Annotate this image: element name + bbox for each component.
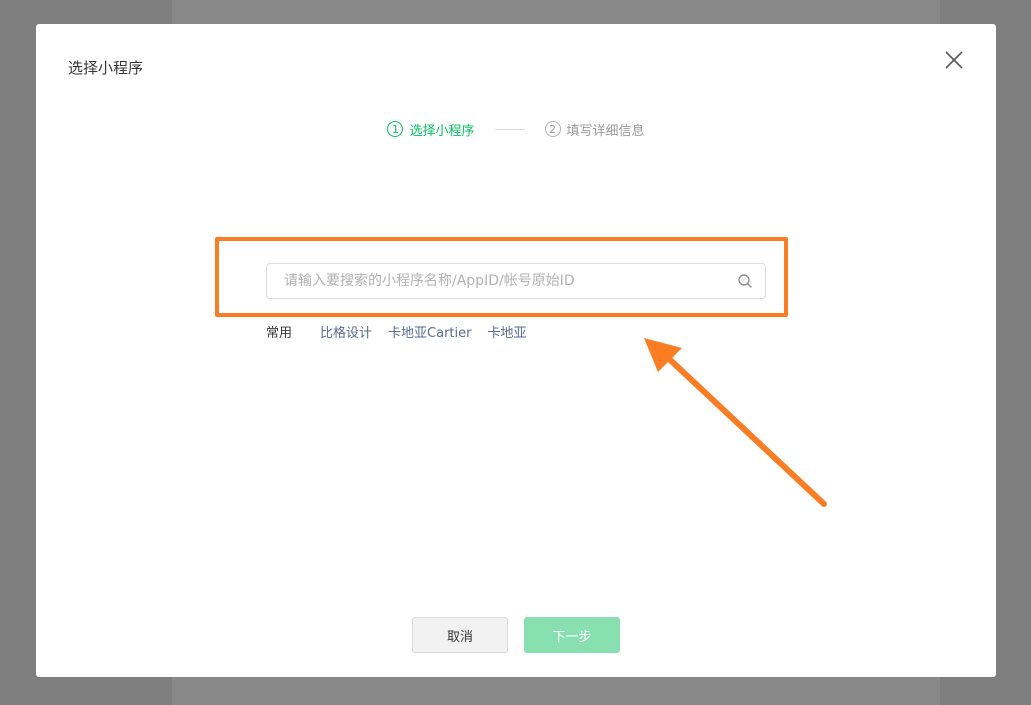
close-icon bbox=[945, 51, 963, 69]
search-icon[interactable] bbox=[737, 273, 753, 289]
arrow-icon bbox=[644, 338, 827, 507]
next-step-button[interactable]: 下一步 bbox=[524, 617, 620, 653]
frequent-list: 常用 比格设计 卡地亚Cartier 卡地亚 bbox=[266, 321, 543, 341]
search-input[interactable] bbox=[267, 264, 737, 298]
select-miniprogram-dialog: 选择小程序 1 选择小程序 2 填写详细信息 常用 比格设计 卡地亚Cartie… bbox=[36, 24, 996, 677]
close-button[interactable] bbox=[942, 48, 966, 72]
step-divider bbox=[494, 128, 525, 130]
step-1: 1 选择小程序 bbox=[387, 120, 475, 139]
frequent-link-cartier[interactable]: 卡地亚Cartier bbox=[388, 322, 471, 341]
cancel-button[interactable]: 取消 bbox=[412, 617, 508, 653]
step-1-number: 1 bbox=[387, 121, 404, 137]
frequent-label: 常用 bbox=[266, 325, 293, 341]
frequent-link-bigesheji[interactable]: 比格设计 bbox=[320, 322, 372, 341]
dialog-footer: 取消 下一步 bbox=[412, 617, 620, 653]
step-1-label: 选择小程序 bbox=[409, 123, 475, 139]
step-2-number: 2 bbox=[544, 121, 561, 137]
search-box bbox=[266, 263, 766, 299]
step-2-label: 填写详细信息 bbox=[566, 123, 645, 139]
dialog-title: 选择小程序 bbox=[68, 59, 144, 77]
frequent-link-kadiya[interactable]: 卡地亚 bbox=[487, 322, 526, 341]
step-indicator: 1 选择小程序 2 填写详细信息 bbox=[36, 118, 996, 140]
step-2: 2 填写详细信息 bbox=[544, 120, 645, 139]
